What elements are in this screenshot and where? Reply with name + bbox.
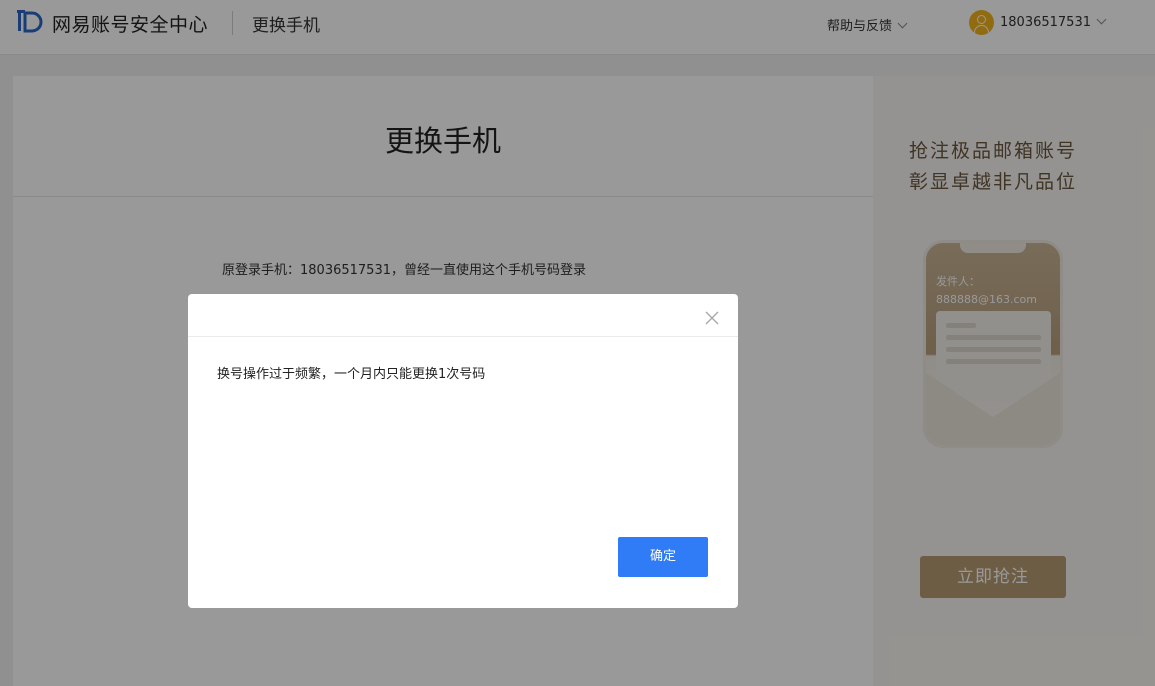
- alert-dialog: 换号操作过于频繁，一个月内只能更换1次号码 确定: [188, 294, 738, 608]
- dialog-message: 换号操作过于频繁，一个月内只能更换1次号码: [217, 367, 486, 382]
- confirm-button[interactable]: 确定: [618, 537, 708, 577]
- dialog-header: [188, 294, 738, 337]
- close-icon[interactable]: [704, 310, 720, 326]
